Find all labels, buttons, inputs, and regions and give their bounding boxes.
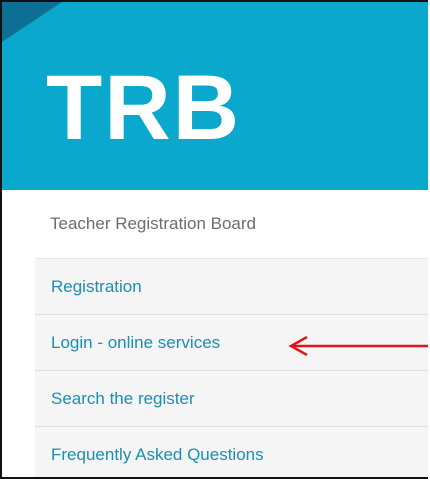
- site-name: Teacher Registration Board: [50, 214, 257, 233]
- site-header: TRB: [2, 2, 428, 190]
- nav-item-label[interactable]: Registration: [51, 277, 142, 297]
- trb-logo[interactable]: TRB: [46, 62, 241, 154]
- nav-item-label[interactable]: Login - online services: [51, 333, 220, 353]
- screenshot-frame: TRB Teacher Registration Board Registrat…: [0, 0, 428, 479]
- nav-item-faq[interactable]: Frequently Asked Questions: [35, 426, 428, 477]
- red-arrow-icon: [288, 336, 428, 356]
- header-corner-decoration: [2, 2, 62, 42]
- nav-item-label[interactable]: Frequently Asked Questions: [51, 445, 264, 465]
- nav-item-registration[interactable]: Registration: [35, 258, 428, 314]
- main-nav: Registration Login - online services Sea…: [35, 258, 428, 477]
- nav-item-search-the-register[interactable]: Search the register: [35, 370, 428, 426]
- nav-item-label[interactable]: Search the register: [51, 389, 195, 409]
